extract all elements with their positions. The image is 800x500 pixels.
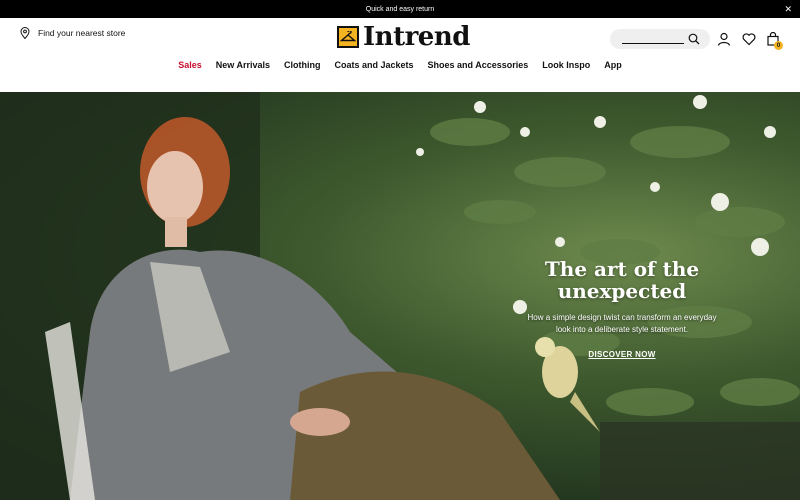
nav-item-shoes-and-accessories[interactable]: Shoes and Accessories [428,60,529,70]
discover-now-link[interactable]: DISCOVER NOW [588,350,655,359]
cart-count-badge: 0 [774,41,783,50]
hero-title: The art of the unexpected [512,258,732,302]
logo-text: Intrend [363,22,470,52]
site-logo[interactable]: Intrend [337,24,470,50]
close-icon[interactable]: ✕ [784,3,792,15]
nav-item-sales[interactable]: Sales [178,60,202,70]
main-navigation: Sales New Arrivals Clothing Coats and Ja… [0,60,800,70]
nav-item-look-inspo[interactable]: Look Inspo [542,60,590,70]
hero-content: The art of the unexpected How a simple d… [512,258,732,362]
heart-icon[interactable] [742,32,756,46]
search-icon[interactable] [688,33,700,45]
hero-title-line-2: unexpected [557,279,687,303]
search-input[interactable] [622,33,684,44]
location-pin-icon [20,27,30,39]
search-box[interactable] [610,29,710,49]
nav-item-new-arrivals[interactable]: New Arrivals [216,60,270,70]
nav-item-app[interactable]: App [604,60,622,70]
nav-item-clothing[interactable]: Clothing [284,60,321,70]
hero-title-line-1: The art of the [544,257,700,281]
site-header: Find your nearest store Intrend 0 Sales … [0,18,800,92]
account-icon[interactable] [717,32,731,46]
hero-subtitle-line-2: look into a deliberate style statement. [555,325,689,334]
hero-subtitle-line-1: How a simple design twist can transform … [527,313,717,322]
store-locator-link[interactable]: Find your nearest store [20,27,125,39]
store-locator-label: Find your nearest store [38,28,126,38]
hanger-logo-icon [337,26,359,48]
hero-subtitle: How a simple design twist can transform … [512,312,732,336]
hero-banner[interactable]: The art of the unexpected How a simple d… [0,92,800,500]
announcement-text: Quick and easy return [365,5,435,13]
nav-item-coats-and-jackets[interactable]: Coats and Jackets [334,60,413,70]
announcement-bar: Quick and easy return ✕ [0,0,800,18]
